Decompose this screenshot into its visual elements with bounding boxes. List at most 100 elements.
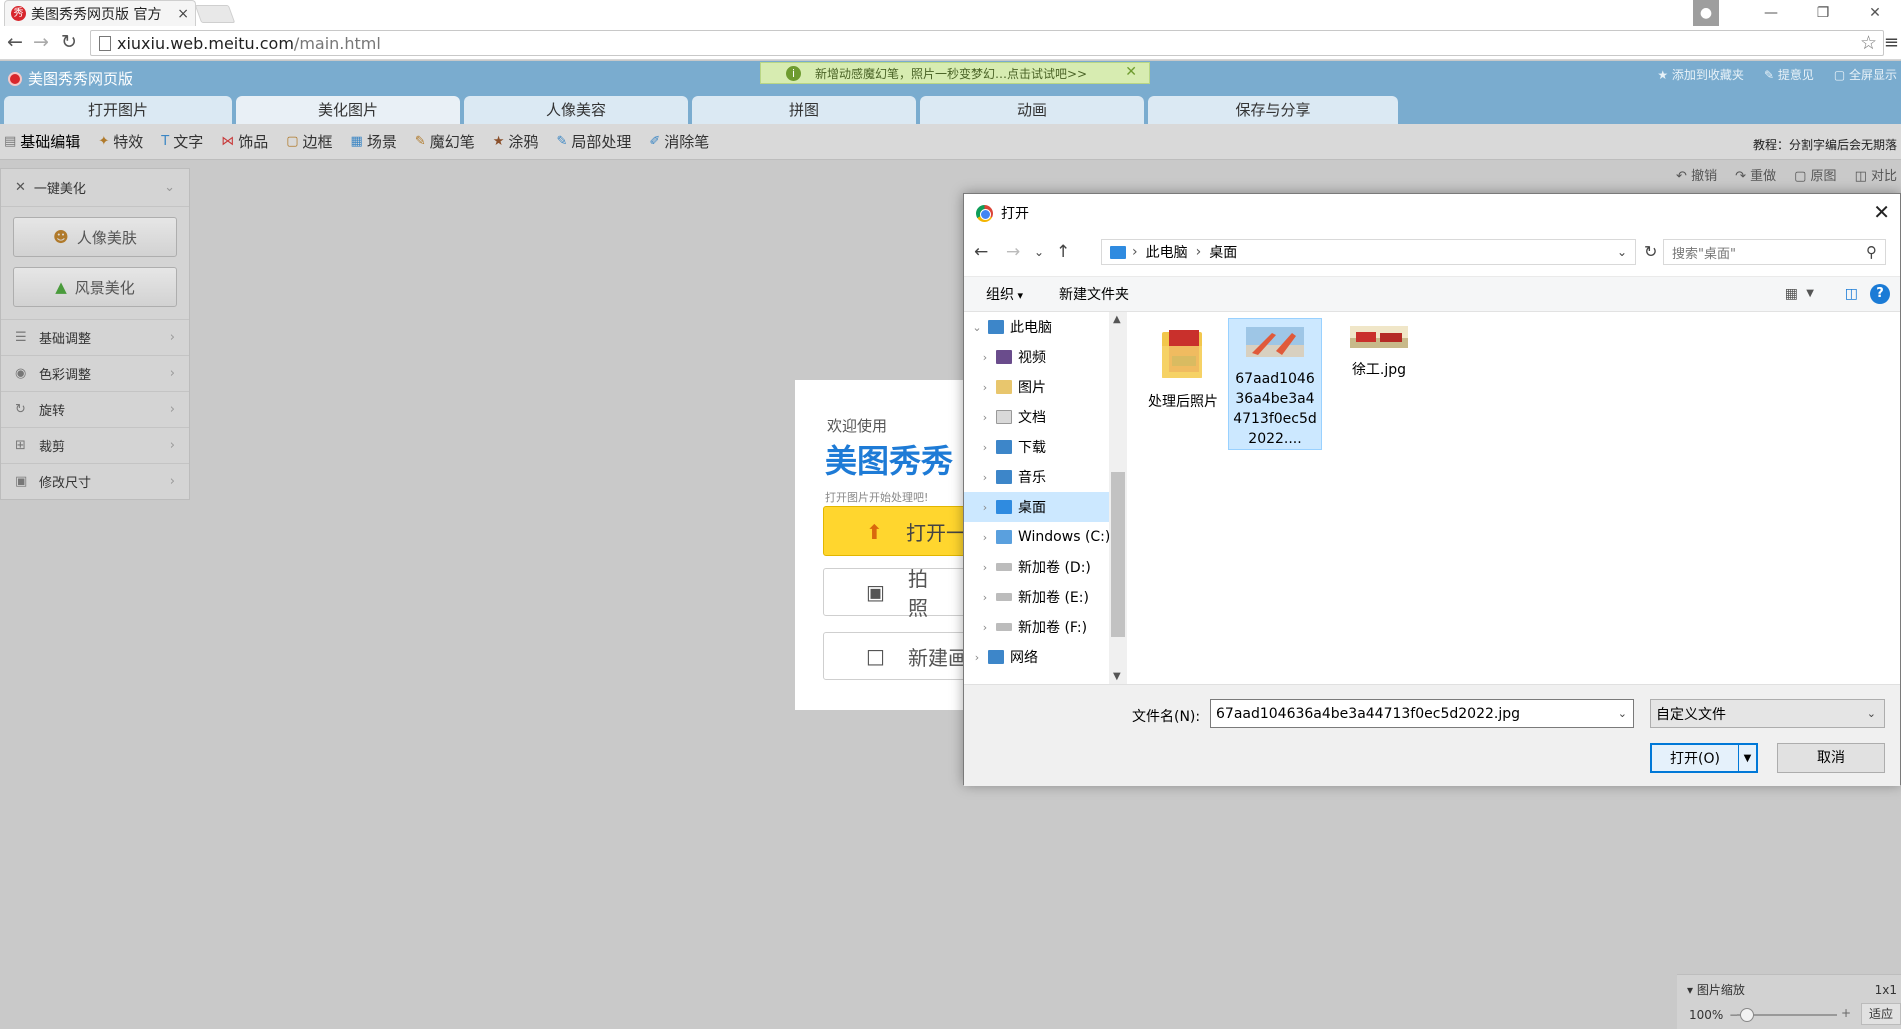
tree-scrollbar[interactable]: ▲ ▼ <box>1109 312 1127 684</box>
window-controls: ● — ❐ ✕ <box>1693 0 1901 26</box>
scroll-down-icon[interactable]: ▼ <box>1113 671 1121 682</box>
restore-icon[interactable]: ❐ <box>1797 0 1849 26</box>
forward-arrow-icon[interactable]: → <box>1006 242 1020 262</box>
rotate-item[interactable]: ↻ 旋转 › <box>1 391 189 427</box>
view-dropdown-icon[interactable]: ▼ <box>1806 288 1814 299</box>
scenery-beautify-button[interactable]: ▲ 风景美化 <box>13 267 177 307</box>
scroll-up-icon[interactable]: ▲ <box>1113 314 1121 325</box>
file-item-selected-image[interactable]: 67aad104636a4be3a44713f0ec5d2022.... <box>1228 318 1322 450</box>
tool-decor[interactable]: ⋈ 饰品 <box>221 131 268 152</box>
tool-eraser[interactable]: ✐ 消除笔 <box>649 131 709 152</box>
original-button[interactable]: ▢ 原图 <box>1794 165 1836 184</box>
new-tab-button[interactable] <box>194 5 236 23</box>
tool-magic-pen[interactable]: ✎ 魔幻笔 <box>415 131 475 152</box>
tool-doodle[interactable]: ★ 涂鸦 <box>493 131 539 152</box>
close-window-icon[interactable]: ✕ <box>1849 0 1901 26</box>
resize-item[interactable]: ▣ 修改尺寸 › <box>1 463 189 499</box>
open-options-dropdown-icon[interactable]: ▼ <box>1738 745 1756 771</box>
new-canvas-button[interactable]: □ 新建画 <box>823 632 983 680</box>
help-icon[interactable]: ? <box>1870 284 1890 304</box>
file-type-value: 自定义文件 <box>1656 706 1726 723</box>
filename-input[interactable]: 67aad104636a4be3a44713f0ec5d2022.jpg ⌄ <box>1210 699 1634 728</box>
tree-item-drive-e[interactable]: › 新加卷 (E:) <box>964 582 1109 612</box>
tool-text[interactable]: T 文字 <box>161 131 203 152</box>
zoom-in-icon[interactable]: + <box>1841 1006 1851 1020</box>
tab-close-icon[interactable]: × <box>177 6 189 22</box>
tool-effects[interactable]: ✦ 特效 <box>98 131 143 152</box>
one-click-beautify-header[interactable]: ✕ 一键美化 ⌄ <box>1 169 189 207</box>
zoom-fit-button[interactable]: 适应 <box>1861 1003 1901 1025</box>
tool-local-edit[interactable]: ✎ 局部处理 <box>556 131 631 152</box>
file-item-folder[interactable]: 处理后照片 <box>1142 318 1224 412</box>
tree-item-drive-f[interactable]: › 新加卷 (F:) <box>964 612 1109 642</box>
new-folder-button[interactable]: 新建文件夹 <box>1059 284 1129 304</box>
breadcrumb[interactable]: › 此电脑 › 桌面 ⌄ <box>1101 239 1636 265</box>
welcome-logo-text: 美图秀秀 <box>825 442 954 480</box>
back-arrow-icon[interactable]: ← <box>2 31 28 53</box>
tree-item-music[interactable]: › 音乐 <box>964 462 1109 492</box>
scrollbar-thumb[interactable] <box>1111 472 1125 637</box>
tree-item-this-pc[interactable]: ⌄ 此电脑 <box>964 312 1109 342</box>
tree-item-videos[interactable]: › 视频 <box>964 342 1109 372</box>
organize-menu[interactable]: 组织 <box>986 284 1023 304</box>
tree-item-downloads[interactable]: › 下载 <box>964 432 1109 462</box>
compare-button[interactable]: ◫ 对比 <box>1855 165 1897 184</box>
dialog-close-icon[interactable]: ✕ <box>1873 200 1890 224</box>
preview-pane-icon[interactable]: ◫ <box>1845 286 1858 302</box>
tab-animation[interactable]: 动画 <box>920 96 1144 124</box>
tree-item-documents[interactable]: › 文档 <box>964 402 1109 432</box>
breadcrumb-dropdown-icon[interactable]: ⌄ <box>1617 245 1627 259</box>
cancel-button[interactable]: 取消 <box>1777 743 1885 773</box>
browser-menu-icon[interactable]: ≡ <box>1884 32 1899 53</box>
browser-tab[interactable]: 秀 美图秀秀网页版 官方 × <box>4 0 196 26</box>
fullscreen-link[interactable]: ▢ 全屏显示 <box>1834 66 1897 83</box>
tree-item-drive-d[interactable]: › 新加卷 (D:) <box>964 552 1109 582</box>
notice-text[interactable]: 新增动感魔幻笔，照片一秒变梦幻…点击试试吧>> <box>815 65 1087 82</box>
up-arrow-icon[interactable]: ↑ <box>1056 242 1070 262</box>
file-item-image[interactable]: 徐工.jpg <box>1332 318 1426 380</box>
crop-item[interactable]: ⊞ 裁剪 › <box>1 427 189 463</box>
color-adjust-item[interactable]: ◉ 色彩调整 › <box>1 355 189 391</box>
tab-save-share[interactable]: 保存与分享 <box>1148 96 1398 124</box>
tree-item-desktop[interactable]: › 桌面 <box>964 492 1109 522</box>
add-favorite-link[interactable]: ★ 添加到收藏夹 <box>1657 66 1744 83</box>
breadcrumb-desktop[interactable]: 桌面 <box>1209 242 1237 262</box>
search-input[interactable]: 搜索"桌面" ⚲ <box>1663 239 1886 265</box>
notice-banner[interactable]: i 新增动感魔幻笔，照片一秒变梦幻…点击试试吧>> ✕ <box>760 62 1150 84</box>
breadcrumb-this-pc[interactable]: 此电脑 <box>1146 242 1188 262</box>
file-type-select[interactable]: 自定义文件 ⌄ <box>1650 699 1885 728</box>
redo-button[interactable]: ↷ 重做 <box>1735 165 1776 184</box>
filename-dropdown-icon[interactable]: ⌄ <box>1618 707 1627 720</box>
tool-scene[interactable]: ▦ 场景 <box>351 131 397 152</box>
back-arrow-icon[interactable]: ← <box>974 242 988 262</box>
portrait-beautify-button[interactable]: ☻ 人像美肤 <box>13 217 177 257</box>
reload-icon[interactable]: ↻ <box>56 31 82 53</box>
zoom-slider-handle[interactable] <box>1740 1008 1754 1022</box>
tool-basic-edit[interactable]: ▤ 基础编辑 <box>4 131 80 152</box>
tab-beautify[interactable]: 美化图片 <box>236 96 460 124</box>
profile-icon[interactable]: ● <box>1693 0 1719 26</box>
open-image-button[interactable]: ⬆ 打开一 <box>823 506 983 556</box>
url-field[interactable]: xiuxiu.web.meitu.com/main.html ☆ <box>90 30 1884 56</box>
tree-item-network[interactable]: › 网络 <box>964 642 1109 672</box>
forward-arrow-icon[interactable]: → <box>28 31 54 53</box>
tool-frame[interactable]: ▢ 边框 <box>286 131 332 152</box>
tab-portrait[interactable]: 人像美容 <box>464 96 688 124</box>
view-options-icon[interactable]: ▦ <box>1785 286 1798 302</box>
minimize-icon[interactable]: — <box>1745 0 1797 26</box>
undo-button[interactable]: ↶ 撤销 <box>1676 165 1717 184</box>
basic-adjust-item[interactable]: ☰ 基础调整 › <box>1 319 189 355</box>
tree-item-drive-c[interactable]: › Windows (C:) <box>964 522 1109 552</box>
feedback-link[interactable]: ✎ 提意见 <box>1764 66 1814 83</box>
bookmark-star-icon[interactable]: ☆ <box>1860 32 1877 54</box>
open-button[interactable]: 打开(O) ▼ <box>1650 743 1758 773</box>
tutorial-link[interactable]: 教程：分割字编后会无期落 <box>1753 136 1897 153</box>
refresh-icon[interactable]: ↻ <box>1644 242 1657 261</box>
take-photo-button[interactable]: ▣ 拍 照 <box>823 567 983 620</box>
zoom-ratio[interactable]: 1x1 <box>1875 983 1897 997</box>
recent-dropdown-icon[interactable]: ⌄ <box>1034 245 1044 259</box>
notice-close-icon[interactable]: ✕ <box>1125 64 1137 80</box>
tab-open-image[interactable]: 打开图片 <box>4 96 232 124</box>
tree-item-pictures[interactable]: › 图片 <box>964 372 1109 402</box>
tab-collage[interactable]: 拼图 <box>692 96 916 124</box>
